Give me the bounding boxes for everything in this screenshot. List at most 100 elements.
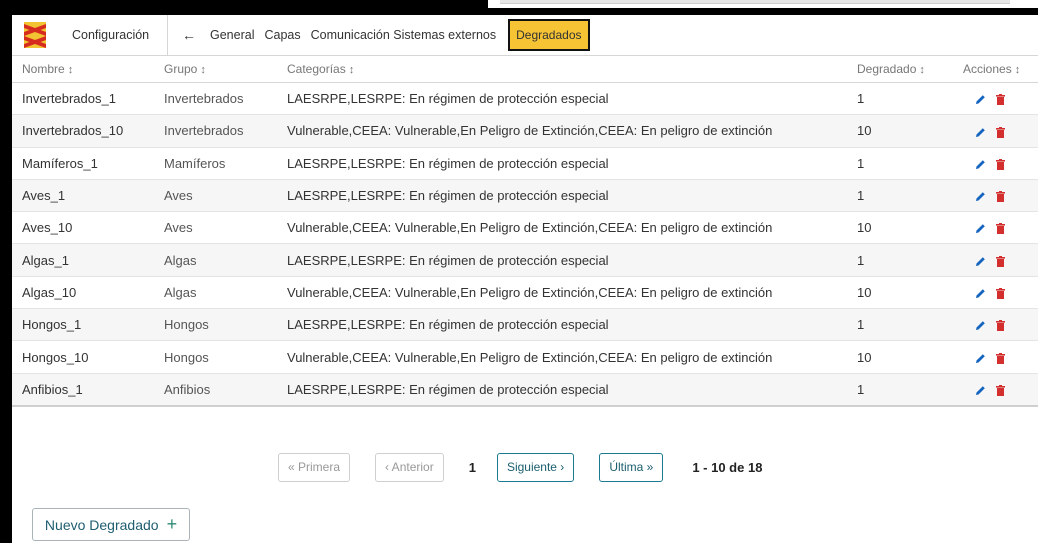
delete-trash-icon[interactable] (996, 158, 1005, 170)
cell-acciones (953, 373, 1038, 407)
table-header-row: Nombre ↕ Grupo ↕ Categorías ↕ Degradado ↕ Ac… (12, 56, 1038, 83)
sort-icon[interactable]: ↕ (200, 64, 206, 76)
sort-icon[interactable]: ↕ (1015, 64, 1021, 76)
delete-trash-icon[interactable] (996, 287, 1005, 299)
table-row: Mamíferos_1 Mamíferos LAESRPE,LESRPE: En r… (12, 147, 1038, 180)
cell-degradado: 1 (847, 82, 953, 116)
cell-acciones (953, 243, 1038, 277)
cell-nombre: Anfibios_1 (12, 373, 154, 407)
delete-trash-icon[interactable] (996, 191, 1005, 203)
last-page-button[interactable]: Última » (599, 453, 664, 482)
edit-pencil-icon[interactable] (975, 127, 986, 138)
delete-trash-icon[interactable] (996, 320, 1005, 332)
cell-degradado: 10 (847, 340, 953, 374)
edit-pencil-icon[interactable] (975, 353, 986, 364)
cell-degradado: 1 (847, 243, 953, 277)
delete-trash-icon[interactable] (996, 384, 1005, 396)
header-grupo[interactable]: Grupo ↕ (154, 56, 277, 83)
edit-pencil-icon[interactable] (975, 223, 986, 234)
cell-acciones (953, 147, 1038, 180)
table-row: Hongos_1 Hongos LAESRPE,LESRPE: En régimen… (12, 308, 1038, 342)
cell-nombre: Invertebrados_10 (12, 114, 154, 148)
pagination: « Primera ‹ Anterior 1 Siguiente › Últim… (278, 453, 762, 482)
cell-categorias: Vulnerable,CEEA: Vulnerable,En Peligro d… (277, 211, 847, 245)
new-degradado-label: Nuevo Degradado (44, 516, 159, 533)
delete-trash-icon[interactable] (996, 255, 1005, 267)
cell-acciones (953, 211, 1038, 245)
delete-trash-icon[interactable] (996, 126, 1005, 138)
cell-categorias: Vulnerable,CEEA: Vulnerable,En Peligro d… (277, 114, 847, 148)
cell-acciones (953, 308, 1038, 342)
cell-degradado: 10 (847, 276, 953, 310)
sort-icon[interactable]: ↕ (919, 64, 925, 76)
brand: Configuración (12, 15, 168, 55)
nav-comunicacion[interactable]: Comunicación Sistemas externos (311, 28, 497, 42)
cell-degradado: 10 (847, 211, 953, 245)
top-nav: Configuración ← General Capas Comunicaci… (12, 15, 1038, 56)
edit-pencil-icon[interactable] (975, 385, 986, 396)
cell-categorias: LAESRPE,LESRPE: En régimen de protección… (277, 243, 847, 277)
cell-acciones (953, 276, 1038, 310)
new-degradado-button[interactable]: Nuevo Degradado + (32, 508, 190, 541)
cell-categorias: Vulnerable,CEEA: Vulnerable,En Peligro d… (277, 276, 847, 310)
edit-pencil-icon[interactable] (975, 191, 986, 202)
nav-capas[interactable]: Capas (264, 28, 300, 42)
table-row: Algas_1 Algas LAESRPE,LESRPE: En régimen d… (12, 243, 1038, 277)
next-page-button[interactable]: Siguiente › (496, 453, 575, 482)
table-row: Aves_1 Aves LAESRPE,LESRPE: En régimen de … (12, 179, 1038, 213)
background-window-strip (488, 0, 1038, 8)
cell-grupo: Invertebrados (154, 82, 277, 116)
table-row: Hongos_10 Hongos Vulnerable,CEEA: Vulnerab… (12, 340, 1038, 374)
nav-items: ← General Capas Comunicación Sistemas ex… (168, 15, 590, 55)
header-acciones[interactable]: Acciones ↕ (953, 56, 1038, 83)
table-row: Aves_10 Aves Vulnerable,CEEA: Vulnerable,E… (12, 211, 1038, 245)
delete-trash-icon[interactable] (996, 94, 1005, 106)
cell-grupo: Algas (154, 276, 277, 310)
header-categorias[interactable]: Categorías ↕ (277, 56, 847, 83)
cell-acciones (953, 82, 1038, 116)
cell-degradado: 1 (847, 147, 953, 180)
current-page: 1 (468, 460, 476, 475)
cell-grupo: Algas (154, 243, 277, 277)
delete-trash-icon[interactable] (996, 352, 1005, 364)
sort-icon[interactable]: ↕ (349, 64, 355, 76)
delete-trash-icon[interactable] (996, 223, 1005, 235)
cell-degradado: 1 (847, 179, 953, 213)
header-nombre[interactable]: Nombre ↕ (12, 56, 154, 83)
cell-categorias: LAESRPE,LESRPE: En régimen de protección… (277, 147, 847, 180)
cell-grupo: Aves (154, 179, 277, 213)
cell-grupo: Anfibios (154, 373, 277, 407)
cell-grupo: Hongos (154, 308, 277, 342)
sort-icon[interactable]: ↕ (68, 64, 74, 76)
cell-nombre: Aves_10 (12, 211, 154, 245)
cell-nombre: Hongos_10 (12, 340, 154, 374)
degradados-table: Nombre ↕ Grupo ↕ Categorías ↕ Degradado ↕ Ac… (12, 56, 1038, 407)
cell-categorias: LAESRPE,LESRPE: En régimen de protección… (277, 308, 847, 342)
page-range-text: 1 - 10 de 18 (692, 460, 763, 475)
cell-nombre: Algas_10 (12, 276, 154, 310)
prev-page-button[interactable]: ‹ Anterior (375, 453, 444, 482)
cell-grupo: Invertebrados (154, 114, 277, 148)
cell-nombre: Algas_1 (12, 243, 154, 277)
aragon-logo-icon (24, 22, 46, 48)
cell-nombre: Hongos_1 (12, 308, 154, 342)
cell-degradado: 1 (847, 308, 953, 342)
header-degradado[interactable]: Degradado ↕ (847, 56, 953, 83)
edit-pencil-icon[interactable] (975, 94, 986, 105)
nav-general[interactable]: General (210, 28, 254, 42)
plus-icon: + (166, 514, 178, 534)
table-row: Invertebrados_1 Invertebrados LAESRPE,LESR… (12, 82, 1038, 116)
nav-degradados-active[interactable]: Degradados (508, 19, 590, 51)
cell-degradado: 10 (847, 114, 953, 148)
nav-configuracion[interactable]: Configuración (72, 28, 149, 42)
edit-pencil-icon[interactable] (975, 159, 986, 170)
edit-pencil-icon[interactable] (975, 256, 986, 267)
cell-categorias: LAESRPE,LESRPE: En régimen de protección… (277, 179, 847, 213)
first-page-button[interactable]: « Primera (278, 453, 351, 482)
cell-nombre: Mamíferos_1 (12, 147, 154, 180)
cell-nombre: Aves_1 (12, 179, 154, 213)
cell-grupo: Hongos (154, 340, 277, 374)
edit-pencil-icon[interactable] (975, 288, 986, 299)
edit-pencil-icon[interactable] (975, 320, 986, 331)
back-arrow-icon[interactable]: ← (182, 27, 196, 43)
